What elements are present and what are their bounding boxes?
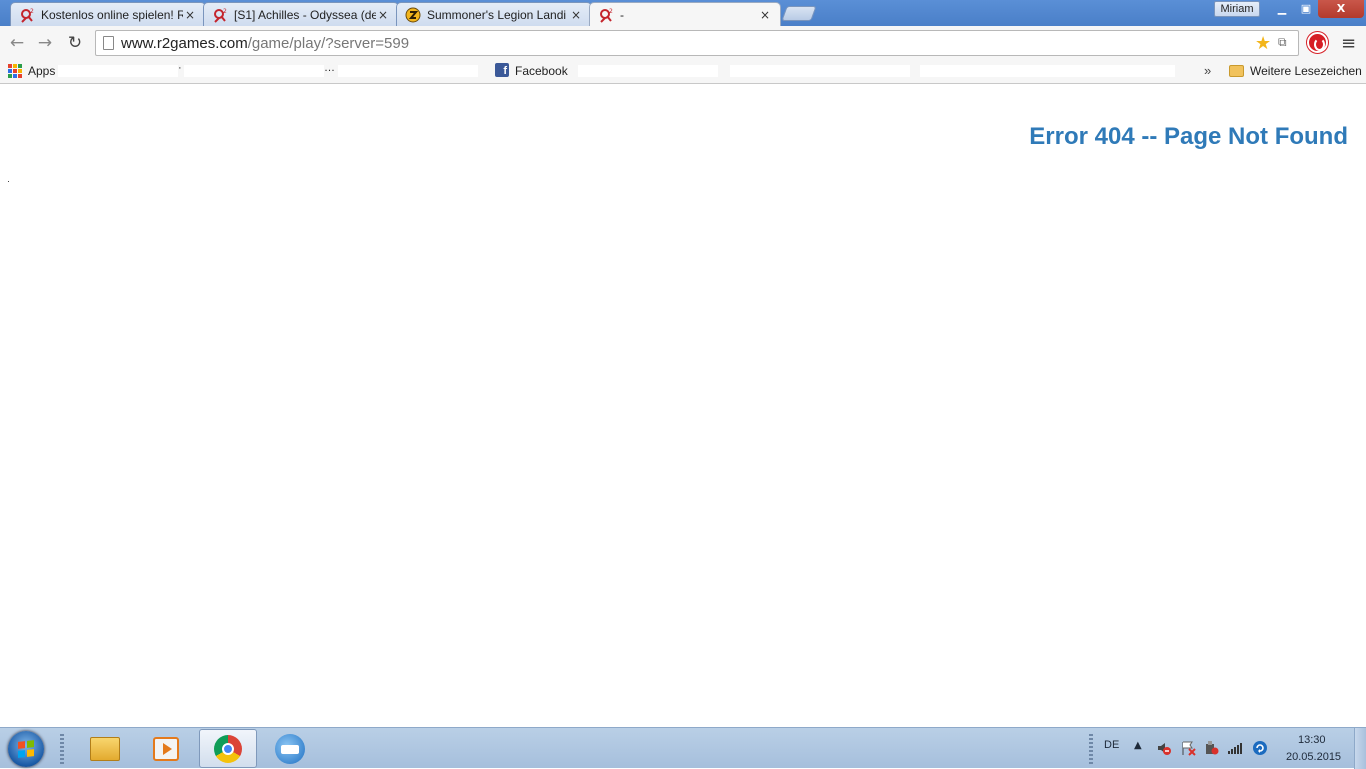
redacted-bookmark[interactable] (730, 65, 910, 77)
r2games-icon: 2 (212, 7, 228, 23)
bookmark-star-icon[interactable]: ★ (1255, 33, 1271, 54)
media-player-icon (153, 736, 179, 761)
new-tab-button[interactable] (781, 6, 817, 21)
redacted-bookmark[interactable] (578, 65, 718, 77)
summoners-legion-icon (405, 7, 421, 23)
error-title: Error 404 -- Page Not Found (1029, 123, 1348, 150)
language-indicator[interactable]: DE (1104, 739, 1119, 751)
apps-bookmark[interactable]: Apps (28, 64, 55, 78)
tab-title: - (620, 8, 624, 22)
show-desktop-button[interactable] (1354, 728, 1366, 769)
tab-title: [S1] Achilles - Odyssea (de (234, 7, 376, 22)
r2games-icon: 2 (598, 7, 614, 23)
chrome-icon (214, 734, 242, 763)
sync-icon[interactable] (1252, 740, 1268, 756)
tab-summoners-legion[interactable]: Summoner's Legion Landi × (396, 2, 592, 26)
close-icon[interactable]: × (183, 8, 197, 22)
page-content: Error 404 -- Page Not Found (0, 85, 1366, 727)
browser-title-bar: 2 Kostenlos online spielen! R × 2 [S1] A… (0, 0, 1366, 27)
tab-kostenlos-online-spielen[interactable]: 2 Kostenlos online spielen! R × (10, 2, 206, 26)
browser-toolbar: ← → ↻ www.r2games.com/game/play/?server=… (0, 26, 1366, 60)
more-bookmarks-button[interactable]: » (1204, 63, 1211, 78)
taskbar-chrome[interactable] (199, 729, 257, 768)
bookmark-separator: … (324, 62, 335, 74)
folder-icon (1229, 65, 1244, 77)
tab-title: Summoner's Legion Landi (427, 7, 567, 22)
svg-text:2: 2 (223, 8, 227, 15)
close-window-button[interactable]: X (1318, 0, 1364, 18)
url-text[interactable]: www.r2games.com/game/play/?server=599 (121, 35, 409, 52)
taskbar-media-player[interactable] (137, 729, 195, 768)
show-hidden-icons-arrow[interactable]: ▲ (1134, 740, 1142, 751)
menu-icon[interactable]: ≡ (1341, 33, 1356, 54)
bookmarks-bar: Apps · … f Facebook » Weitere Lesezeiche… (0, 60, 1366, 84)
reload-button[interactable]: ↻ (64, 32, 86, 54)
tab-achilles-odyssea[interactable]: 2 [S1] Achilles - Odyssea (de × (203, 2, 399, 26)
folder-explorer-icon (90, 736, 120, 761)
network-signal-icon[interactable] (1227, 740, 1243, 756)
back-button[interactable]: ← (6, 32, 28, 54)
thunderbird-icon (275, 733, 305, 764)
flag-error-icon[interactable] (1180, 740, 1196, 756)
clock-date[interactable]: 20.05.2015 (1286, 751, 1341, 763)
svg-text:2: 2 (609, 8, 613, 15)
tab-active[interactable]: 2 - × (589, 2, 781, 27)
facebook-icon: f (495, 63, 509, 77)
stray-pixel (8, 181, 9, 182)
redacted-bookmark[interactable] (58, 65, 178, 77)
maximize-button[interactable]: ▣ (1294, 0, 1318, 18)
facebook-bookmark[interactable]: Facebook (515, 64, 568, 78)
taskbar-grip[interactable] (60, 734, 64, 764)
redacted-bookmark[interactable] (338, 65, 478, 77)
translate-icon[interactable]: ⧉ (1278, 35, 1287, 50)
url-path: /game/play/?server=599 (247, 35, 410, 52)
adblock-extension-icon[interactable] (1307, 32, 1328, 53)
tab-title: Kostenlos online spielen! R (41, 7, 183, 22)
no-sound-icon[interactable] (1156, 740, 1172, 756)
taskbar-grip[interactable] (1089, 734, 1093, 764)
address-bar[interactable]: www.r2games.com/game/play/?server=599 ★ … (95, 30, 1299, 56)
forward-button[interactable]: → (34, 32, 56, 54)
minimize-button[interactable]: ▁ (1270, 0, 1294, 18)
url-host: www.r2games.com (121, 35, 248, 52)
windows-taskbar: DE ▲ 13:30 20.05.2015 (0, 727, 1366, 769)
other-bookmarks[interactable]: Weitere Lesezeichen (1250, 64, 1362, 78)
bookmark-separator: · (178, 62, 182, 74)
close-icon[interactable]: × (376, 8, 390, 22)
clock-time[interactable]: 13:30 (1298, 734, 1326, 746)
windows-logo-icon (18, 740, 34, 758)
close-icon[interactable]: × (569, 8, 583, 22)
apps-grid-icon[interactable] (8, 64, 22, 78)
taskbar-thunderbird[interactable] (261, 729, 319, 768)
close-icon[interactable]: × (758, 8, 772, 22)
start-button[interactable] (8, 731, 44, 767)
taskbar-explorer[interactable] (76, 729, 134, 768)
r2games-icon: 2 (19, 7, 35, 23)
svg-text:2: 2 (30, 8, 34, 15)
usb-device-icon[interactable] (1203, 740, 1219, 756)
profile-button[interactable]: Miriam (1214, 1, 1260, 17)
redacted-bookmark[interactable] (920, 65, 1175, 77)
redacted-bookmark[interactable] (184, 65, 324, 77)
page-icon (103, 36, 114, 50)
